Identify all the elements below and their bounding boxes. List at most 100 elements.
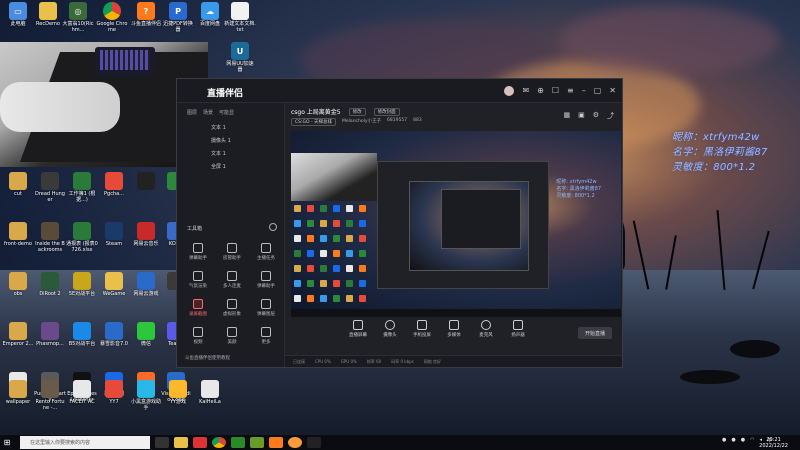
desktop-icon[interactable]: Inside the Backrooms — [34, 222, 66, 253]
phone-cast-button[interactable]: 手机投屏 — [409, 320, 435, 338]
desktop-icon-richman[interactable]: ◎ 大富翁10(Richm... — [62, 2, 94, 33]
desktop-icon[interactable]: 网易云音乐 — [130, 222, 162, 247]
taskbar-search-input[interactable]: 在这里输入你要搜索的内容 — [20, 436, 150, 449]
tool-item[interactable]: 虚拟形象 — [215, 299, 249, 317]
task-view-icon[interactable] — [155, 437, 169, 448]
desktop-icon[interactable]: 工作簿1 (根据...) — [66, 172, 98, 203]
desktop-icon[interactable]: Dread Hunger — [34, 172, 66, 203]
tool-item[interactable]: 美颜 — [215, 327, 249, 345]
desktop-icon[interactable]: cut — [2, 172, 34, 197]
cursor-app-icon[interactable] — [307, 437, 321, 448]
desktop-icon-this-pc[interactable]: ▭ 此电脑 — [2, 2, 34, 27]
speaker-button[interactable]: 扬声器 — [505, 320, 531, 338]
close-icon[interactable]: ✕ — [609, 86, 616, 96]
douyu-taskbar-icon[interactable] — [269, 437, 283, 448]
desktop-icon[interactable]: Steam — [98, 222, 130, 247]
grid-icon[interactable]: ▦ — [563, 111, 570, 121]
tab-scenes[interactable]: 场景 — [203, 109, 213, 116]
nvidia-icon[interactable] — [250, 437, 264, 448]
desktop-icon-uu[interactable]: U 网易UU加速器 — [224, 42, 256, 73]
desktop-icon[interactable]: B5对战平台 — [66, 322, 98, 347]
start-live-button[interactable]: 开始直播 — [578, 327, 612, 339]
desktop-icon[interactable] — [130, 172, 162, 191]
desktop-icon[interactable]: FACEIT AC — [66, 380, 98, 405]
stream-preview[interactable]: 昵称: xtrfym42w 名字: 黑洛伊莉酱87 灵敏度: 800*1.2 — [291, 131, 621, 317]
minimize-icon[interactable]: – — [582, 86, 586, 96]
tab-visible[interactable]: 可能显 — [219, 109, 234, 116]
mini-desktop-icon — [307, 235, 314, 242]
orange-app-icon[interactable] — [288, 437, 302, 448]
desktop-icon-recdemo[interactable]: RecDemo — [32, 2, 64, 27]
tool-item[interactable]: 主播任务 — [249, 243, 283, 261]
lock-icon[interactable]: ▣ — [578, 111, 585, 121]
explorer-icon[interactable] — [174, 437, 188, 448]
desktop-icon[interactable]: front-demo — [2, 222, 34, 247]
desktop-icon[interactable]: wallpaper — [2, 380, 34, 405]
chrome-taskbar-icon[interactable] — [212, 437, 226, 448]
desktop-icon[interactable]: 5E对战平台 — [66, 272, 98, 297]
red-app-icon[interactable] — [193, 437, 207, 448]
skin-icon[interactable]: ☐ — [552, 86, 559, 96]
desktop-icon[interactable]: 网易云游戏 — [130, 272, 162, 297]
desktop-icon[interactable]: Phasmop... — [34, 322, 66, 347]
menu-icon[interactable]: ≡ — [567, 86, 574, 96]
desktop-icon[interactable]: WeGame — [98, 272, 130, 297]
desktop-icon[interactable]: 暴雪影音7.0 — [98, 322, 130, 347]
desktop-icon-pdf[interactable]: P 迅捷PDF转换器 — [162, 2, 194, 33]
mini-desktop-icon — [346, 280, 353, 287]
layer-item[interactable]: 摄像头 1 — [177, 135, 284, 148]
tab-layers[interactable]: 图层 — [187, 109, 197, 116]
avatar[interactable] — [504, 86, 515, 96]
settings-icon[interactable]: ⚙ — [593, 111, 599, 121]
tool-item[interactable]: 气氛渲染 — [181, 271, 215, 289]
layer-item[interactable]: 文本 1 — [177, 148, 284, 161]
maximize-icon[interactable]: ▢ — [594, 86, 602, 96]
desktop-icon[interactable]: 通报表 (报表0726.xlsx — [66, 222, 98, 253]
desktop-icon[interactable]: 小黑盒游戏助手 — [130, 380, 162, 411]
camera-button[interactable]: 摄像头 — [377, 320, 403, 338]
desktop-icon-douyu[interactable]: ? 斗鱼直播伴侣 — [130, 2, 162, 27]
windows-start-icon[interactable]: ⊞ — [0, 435, 14, 450]
layer-item[interactable]: 文本 1 — [177, 122, 284, 135]
microphone-button[interactable]: 麦克风 — [473, 320, 499, 338]
desktop-icon[interactable]: YY7 — [98, 380, 130, 405]
share-icon[interactable]: ⤴ — [607, 111, 614, 121]
green-app-icon[interactable] — [231, 437, 245, 448]
media-button[interactable]: 多媒体 — [441, 320, 467, 338]
mail-icon[interactable]: ✉ — [522, 86, 529, 96]
desktop-icon[interactable]: 微信 — [130, 322, 162, 347]
desktop-icon[interactable]: Rento Fortune -... — [34, 380, 66, 411]
desktop-icon[interactable]: YY游戏 — [162, 380, 194, 405]
tray-icon[interactable]: ● — [741, 437, 745, 444]
desktop-icon-chrome[interactable]: Google Chrome — [96, 2, 128, 33]
edit-cover-button[interactable]: 修改封面 — [373, 107, 400, 116]
clock[interactable]: 20:21 2022/12/22 — [759, 437, 788, 449]
desktop-icon-new-text[interactable]: 新建文本文档.txt — [224, 2, 256, 33]
tray-icon[interactable]: ● — [722, 437, 726, 444]
edit-title-button[interactable]: 修改 — [348, 107, 366, 116]
preview-overlay-line: 名字: 黑洛伊莉酱87 — [556, 186, 601, 192]
viewer-count: 883 — [413, 118, 422, 123]
tool-item[interactable]: 房管助手 — [215, 243, 249, 261]
tool-item[interactable]: 弹幕助手 — [249, 271, 283, 289]
desktop-icon[interactable]: KaiHeiLa — [194, 380, 226, 405]
layer-item[interactable]: 全屏 1 — [177, 161, 284, 174]
tool-item[interactable]: 更多 — [249, 327, 283, 345]
desktop-icon[interactable]: DiRoot 2 — [34, 272, 66, 297]
tool-item[interactable]: 弹幕图层 — [249, 299, 283, 317]
desktop-icon-baidu-pan[interactable]: ☁ 百度网盘 — [194, 2, 226, 27]
screen-capture-button[interactable]: 直播屏幕 — [345, 320, 371, 338]
tool-item[interactable]: 多人连麦 — [215, 271, 249, 289]
desktop-icon[interactable]: Emperor 2... — [2, 322, 34, 347]
tool-item[interactable]: 弹幕助手 — [181, 243, 215, 261]
game-category[interactable]: CS:GO - 天梯总排 — [291, 118, 337, 126]
gift-icon[interactable]: ⊕ — [537, 86, 544, 96]
tray-icon[interactable]: ● — [731, 437, 735, 444]
add-tool-icon[interactable] — [269, 223, 277, 231]
tool-item[interactable]: 录屏截图 — [181, 299, 215, 317]
desktop-icon[interactable]: Pgcha... — [98, 172, 130, 197]
tool-item[interactable]: 视频 — [181, 327, 215, 345]
wifi-icon[interactable]: ◠ — [750, 437, 754, 444]
desktop-icon[interactable]: obs — [2, 272, 34, 297]
tutorial-link[interactable]: 斗鱼直播伴侣使用教程 — [185, 355, 230, 361]
